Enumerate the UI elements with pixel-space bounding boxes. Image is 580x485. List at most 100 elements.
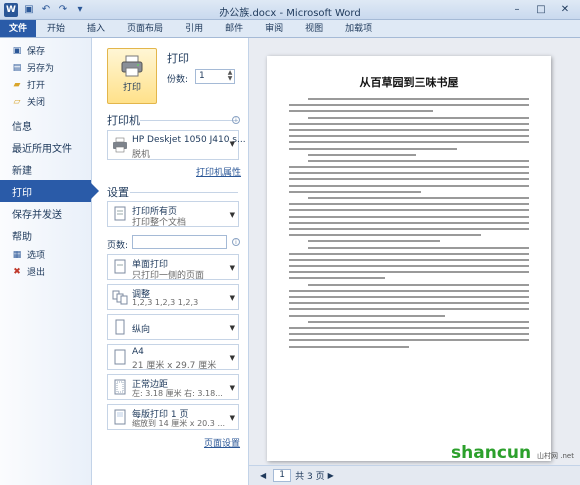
chevron-down-icon: ▼ xyxy=(229,324,235,332)
nav-close-label: 关闭 xyxy=(27,98,46,108)
divider xyxy=(140,120,238,121)
chevron-down-icon: ▼ xyxy=(229,140,235,148)
print-range-select[interactable]: 打印所有页 打印整个文档 ▼ xyxy=(107,201,239,228)
site-watermark: shancun 山村网 .net xyxy=(451,443,574,463)
copies-label: 份数: xyxy=(167,75,189,85)
pages-per-sheet-icon xyxy=(114,409,126,425)
backstage-nav: ▣ 保存 ▤ 另存为 ▰ 打开 ▱ 关闭 信息 最近所用文件 新建 打印 保存并… xyxy=(0,38,99,485)
divider xyxy=(130,192,238,193)
collate-icon xyxy=(112,290,128,305)
page-setup-link[interactable]: 页面设置 xyxy=(204,436,240,449)
nav-exit[interactable]: ✖ 退出 xyxy=(0,263,91,280)
printer-small-icon xyxy=(113,137,127,153)
open-folder-icon: ▰ xyxy=(13,79,21,90)
maximize-icon[interactable]: □ xyxy=(530,3,552,17)
nav-close[interactable]: ▱ 关闭 xyxy=(0,93,91,110)
tab-page-layout[interactable]: 页面布局 xyxy=(116,20,174,37)
margins-select[interactable]: 正常边距 左: 3.18 厘米 右: 3.18... ▼ xyxy=(107,374,239,400)
nav-options[interactable]: ▦ 选项 xyxy=(0,246,91,263)
paper-size-desc: 21 厘米 x 29.7 厘米 xyxy=(132,361,217,371)
nav-save[interactable]: ▣ 保存 xyxy=(0,42,91,59)
orientation-label: 纵向 xyxy=(132,325,151,335)
current-page-input[interactable]: 1 xyxy=(273,469,292,482)
nav-tab-new[interactable]: 新建 xyxy=(0,158,91,180)
printer-name: HP Deskjet 1050 J410 s... xyxy=(132,135,246,145)
close-doc-icon: ▱ xyxy=(13,96,21,107)
printer-heading: 打印机 xyxy=(107,114,140,127)
watermark-sub: 山村网 .net xyxy=(537,452,574,460)
minimize-icon[interactable]: – xyxy=(506,3,528,17)
paper-icon xyxy=(114,349,126,365)
total-pages: 共 3 页 xyxy=(295,472,325,482)
print-settings-panel: 打印 打印 份数: 1 ▲ ▼ 打印机 i HP Deskjet 1050 J41… xyxy=(100,38,246,485)
nav-exit-label: 退出 xyxy=(27,268,46,278)
tab-view[interactable]: 视图 xyxy=(294,20,334,37)
chevron-down-icon: ▼ xyxy=(229,384,235,392)
tab-home[interactable]: 开始 xyxy=(36,20,76,37)
sides-desc: 只打印一侧的页面 xyxy=(132,271,205,281)
collate-select[interactable]: 调整 1,2,3 1,2,3 1,2,3 ▼ xyxy=(107,284,239,310)
window-title: 办公族.docx - Microsoft Word xyxy=(219,8,361,19)
printer-properties-link[interactable]: 打印机属性 xyxy=(196,165,241,178)
nav-tab-print[interactable]: 打印 xyxy=(0,180,99,202)
print-preview: 从百草园到三味书屋 ◀ 1 共 3 页 ▶ shancun 山村网 .net xyxy=(248,38,580,485)
tab-file[interactable]: 文件 xyxy=(0,20,37,37)
print-header: 打印 打印 份数: 1 ▲ ▼ xyxy=(107,48,242,108)
printer-select[interactable]: HP Deskjet 1050 J410 s... 脱机 ▼ xyxy=(107,130,246,160)
save-as-icon: ▤ xyxy=(12,62,22,73)
chevron-down-icon: ▼ xyxy=(229,211,235,219)
printer-status: 脱机 xyxy=(132,150,151,160)
nav-open[interactable]: ▰ 打开 xyxy=(0,76,91,93)
watermark-text: shancun xyxy=(451,443,532,463)
pages-icon xyxy=(114,206,126,221)
next-page-icon[interactable]: ▶ xyxy=(328,471,334,480)
chevron-down-icon: ▼ xyxy=(229,354,235,362)
tab-mailings[interactable]: 邮件 xyxy=(214,20,254,37)
chevron-down-icon: ▼ xyxy=(229,294,235,302)
pages-per-sheet-select[interactable]: 每版打印 1 页 缩放到 14 厘米 x 20.3 ... ▼ xyxy=(107,404,239,430)
collate-desc: 1,2,3 1,2,3 1,2,3 xyxy=(132,298,199,307)
chevron-down-icon: ▼ xyxy=(229,264,235,272)
print-button[interactable]: 打印 xyxy=(107,48,157,104)
paper-size-label: A4 xyxy=(132,347,144,357)
tab-references[interactable]: 引用 xyxy=(174,20,214,37)
tab-review[interactable]: 审阅 xyxy=(254,20,294,37)
preview-page: 从百草园到三味书屋 xyxy=(267,56,551,461)
document-body-text xyxy=(289,98,529,451)
options-icon: ▦ xyxy=(12,249,22,260)
paper-size-select[interactable]: A4 21 厘米 x 29.7 厘米 ▼ xyxy=(107,344,239,371)
sides-select[interactable]: 单面打印 只打印一侧的页面 ▼ xyxy=(107,254,239,281)
print-range-desc: 打印整个文档 xyxy=(132,218,187,228)
nav-tab-recent[interactable]: 最近所用文件 xyxy=(0,136,91,158)
nav-save-as[interactable]: ▤ 另存为 xyxy=(0,59,91,76)
margins-icon xyxy=(114,379,126,395)
nav-tab-help[interactable]: 帮助 xyxy=(0,224,91,246)
title-bar: W ▣ ↶ ↷ ▾ 办公族.docx - Microsoft Word – □ … xyxy=(0,0,580,20)
print-heading: 打印 xyxy=(167,52,189,65)
copies-value: 1 xyxy=(199,71,205,81)
settings-heading: 设置 xyxy=(107,186,129,199)
exit-icon: ✖ xyxy=(13,266,21,277)
chevron-down-icon: ▼ xyxy=(229,414,235,422)
save-icon: ▣ xyxy=(12,45,22,56)
tab-add-ins[interactable]: 加载项 xyxy=(334,20,383,37)
close-icon[interactable]: ✕ xyxy=(554,3,576,17)
nav-tab-save-send[interactable]: 保存并发送 xyxy=(0,202,91,224)
window-controls: – □ ✕ xyxy=(506,3,576,17)
page-navigator: ◀ 1 共 3 页 ▶ xyxy=(249,465,580,485)
prev-page-icon[interactable]: ◀ xyxy=(260,471,266,480)
info-icon[interactable]: i xyxy=(232,116,240,124)
nav-save-as-label: 另存为 xyxy=(27,64,55,74)
copies-input[interactable]: 1 ▲ ▼ xyxy=(195,69,235,84)
one-sided-icon xyxy=(114,259,126,274)
info-icon[interactable]: i xyxy=(232,238,240,246)
pages-label: 页数: xyxy=(107,241,129,251)
pages-input[interactable] xyxy=(132,235,227,249)
ribbon-tabs: 文件 开始 插入 页面布局 引用 邮件 审阅 视图 加载项 xyxy=(0,20,580,38)
tab-insert[interactable]: 插入 xyxy=(76,20,116,37)
orientation-select[interactable]: 纵向 ▼ xyxy=(107,314,239,340)
nav-tab-info[interactable]: 信息 xyxy=(0,114,91,136)
copies-spinner[interactable]: ▲ ▼ xyxy=(226,70,234,83)
pages-per-sheet-desc: 缩放到 14 厘米 x 20.3 ... xyxy=(132,419,226,428)
nav-save-label: 保存 xyxy=(27,47,46,57)
